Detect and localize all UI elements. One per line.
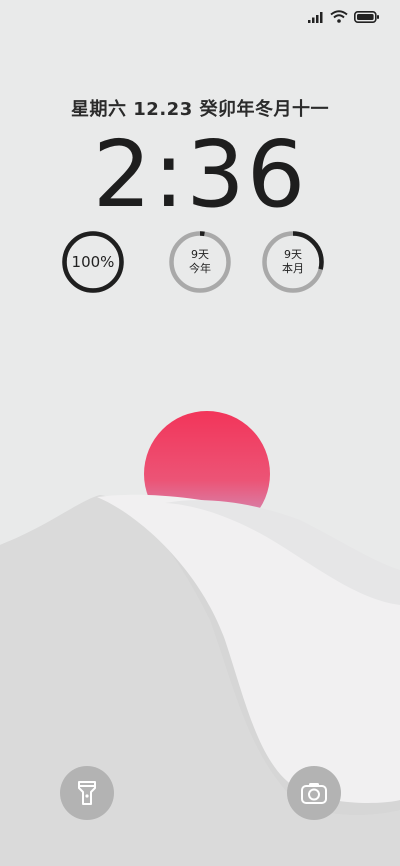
- clock-time: 2:36: [92, 121, 308, 228]
- flashlight-icon: [78, 781, 96, 805]
- month-progress-ring[interactable]: 9天 本月: [261, 230, 325, 294]
- wifi-icon: [330, 10, 348, 23]
- battery-ring[interactable]: 100%: [61, 230, 125, 294]
- status-bar: [0, 0, 400, 36]
- camera-icon: [301, 783, 327, 804]
- month-days: 9天: [284, 248, 302, 261]
- battery-percent: 100%: [71, 253, 115, 271]
- date-line: 星期六 12.23 癸卯年冬月十一: [71, 99, 329, 120]
- year-label: 今年: [189, 262, 211, 275]
- year-progress-ring[interactable]: 9天 今年: [168, 230, 232, 294]
- month-label: 本月: [282, 262, 304, 275]
- widgets-row: 100% 9天 今年 9天 本月: [0, 230, 400, 294]
- battery-icon: [354, 10, 379, 23]
- camera-button[interactable]: [287, 766, 341, 820]
- signal-icon: [308, 11, 323, 23]
- flashlight-button[interactable]: [60, 766, 114, 820]
- year-days: 9天: [191, 248, 209, 261]
